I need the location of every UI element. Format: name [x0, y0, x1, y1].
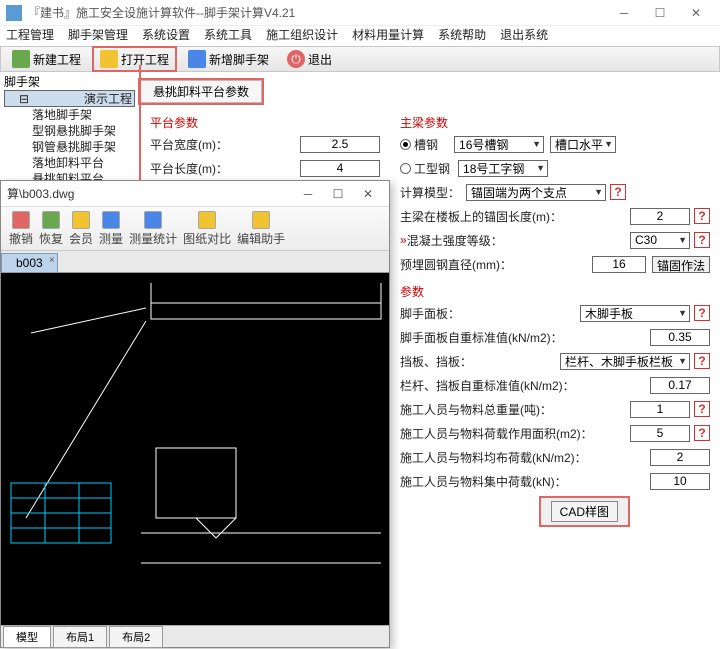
cad-stats-button[interactable]: 测量统计	[129, 211, 177, 247]
window-title: 『建书』施工安全设施计算软件--脚手架计算V4.21	[28, 4, 606, 21]
cad-toolbar: 撤销 恢复 会员 测量 测量统计 图纸对比 编辑助手	[1, 207, 389, 251]
anchor-method-button[interactable]: 锚固作法	[652, 256, 710, 273]
param-tab[interactable]: 悬挑卸料平台参数	[140, 80, 262, 103]
close-icon[interactable]: ×	[49, 255, 55, 266]
cad-tabs: b003×	[1, 251, 389, 273]
cad-measure-button[interactable]: 测量	[99, 211, 123, 247]
help-icon[interactable]: ?	[694, 353, 710, 369]
menubar: 工程管理 脚手架管理 系统设置 系统工具 施工组织设计 材料用量计算 系统帮助 …	[0, 26, 720, 46]
menu-project[interactable]: 工程管理	[6, 26, 54, 43]
cad-undo-button[interactable]: 撤销	[9, 211, 33, 247]
cad-layout1-tab[interactable]: 布局1	[53, 626, 107, 648]
cad-window-title: 算\b003.dwg	[7, 185, 293, 202]
channel-select[interactable]: 16号槽钢▼	[454, 136, 544, 153]
help-icon[interactable]: ?	[694, 401, 710, 417]
section-beam: 主梁参数	[400, 114, 710, 131]
menu-org[interactable]: 施工组织设计	[266, 26, 338, 43]
concrete-select[interactable]: C30▼	[630, 232, 690, 249]
new-project-button[interactable]: 新建工程	[5, 47, 88, 71]
window-titlebar: 『建书』施工安全设施计算软件--脚手架计算V4.21 ─ ☐ ✕	[0, 0, 720, 26]
people-area-input[interactable]	[630, 425, 690, 442]
cad-assist-button[interactable]: 编辑助手	[237, 211, 285, 247]
ibeam-select[interactable]: 18号工字钢▼	[458, 160, 548, 177]
close-button[interactable]: ✕	[678, 1, 714, 25]
tree-item[interactable]: 落地脚手架	[4, 107, 135, 123]
menu-scaffold[interactable]: 脚手架管理	[68, 26, 128, 43]
ibeam-radio[interactable]	[400, 163, 411, 174]
cad-compare-button[interactable]: 图纸对比	[183, 211, 231, 247]
channel-radio[interactable]	[400, 139, 411, 150]
menu-exit[interactable]: 退出系统	[500, 26, 548, 43]
tree-item[interactable]: 落地卸料平台	[4, 155, 135, 171]
maximize-button[interactable]: ☐	[642, 1, 678, 25]
anchor-length-input[interactable]	[630, 208, 690, 225]
section-load: 参数	[400, 283, 710, 300]
app-icon	[6, 5, 22, 21]
help-icon[interactable]: ?	[694, 232, 710, 248]
ring-dia-input[interactable]	[592, 256, 646, 273]
rail-weight-input[interactable]	[650, 377, 710, 394]
platform-width-input[interactable]	[300, 136, 380, 153]
deck-select[interactable]: 木脚手板▼	[580, 305, 690, 322]
minimize-button[interactable]: ─	[606, 1, 642, 25]
cad-file-tab[interactable]: b003×	[1, 253, 58, 272]
add-scaffold-button[interactable]: 新增脚手架	[181, 47, 276, 71]
tree-item[interactable]: 钢管悬挑脚手架	[4, 139, 135, 155]
cad-maximize-button[interactable]: ☐	[323, 187, 353, 201]
help-icon[interactable]: ?	[694, 208, 710, 224]
exit-button[interactable]: ⏻退出	[280, 47, 339, 71]
help-icon[interactable]: ?	[610, 184, 626, 200]
deck-weight-input[interactable]	[650, 329, 710, 346]
section-platform: 平台参数	[150, 114, 380, 131]
cad-close-button[interactable]: ✕	[353, 187, 383, 201]
menu-tools[interactable]: 系统工具	[204, 26, 252, 43]
tree-root[interactable]: 脚手架	[4, 74, 135, 90]
help-icon[interactable]: ?	[694, 425, 710, 441]
cad-model-tab[interactable]: 模型	[3, 626, 51, 648]
cad-bottom-tabs: 模型 布局1 布局2	[1, 625, 389, 647]
cad-redo-button[interactable]: 恢复	[39, 211, 63, 247]
people-load-input[interactable]	[630, 401, 690, 418]
tree-project[interactable]: ⊟ 演示工程	[4, 90, 135, 107]
channel-orient-select[interactable]: 槽口水平▼	[550, 136, 616, 153]
rail-select[interactable]: 栏杆、木脚手板栏板▼	[560, 353, 690, 370]
cad-window: 算\b003.dwg ─ ☐ ✕ 撤销 恢复 会员 测量 测量统计 图纸对比 编…	[0, 180, 390, 648]
people-conc-input[interactable]	[650, 473, 710, 490]
help-icon[interactable]: ?	[694, 305, 710, 321]
cad-layout2-tab[interactable]: 布局2	[109, 626, 163, 648]
calc-model-select[interactable]: 锚固端为两个支点▼	[466, 184, 606, 201]
tree-item[interactable]: 型钢悬挑脚手架	[4, 123, 135, 139]
cad-titlebar: 算\b003.dwg ─ ☐ ✕	[1, 181, 389, 207]
cad-viewport[interactable]	[1, 273, 389, 625]
people-avg-input[interactable]	[650, 449, 710, 466]
open-project-button[interactable]: 打开工程	[92, 46, 177, 72]
menu-material[interactable]: 材料用量计算	[352, 26, 424, 43]
menu-settings[interactable]: 系统设置	[142, 26, 190, 43]
cad-vip-button[interactable]: 会员	[69, 211, 93, 247]
menu-help[interactable]: 系统帮助	[438, 26, 486, 43]
main-toolbar: 新建工程 打开工程 新增脚手架 ⏻退出	[0, 46, 720, 72]
cad-sample-button[interactable]: CAD样图	[539, 496, 630, 527]
cad-minimize-button[interactable]: ─	[293, 187, 323, 201]
platform-length-input[interactable]	[300, 160, 380, 177]
